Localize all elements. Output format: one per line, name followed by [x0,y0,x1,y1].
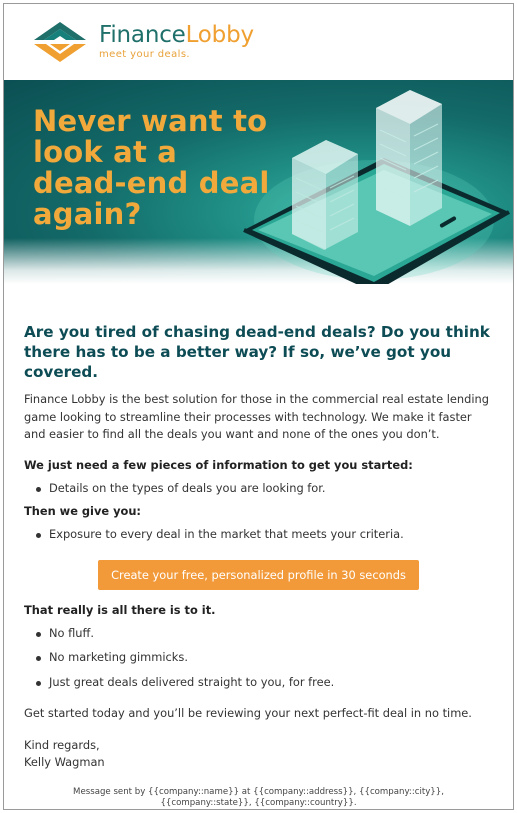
brand-name-part2: Lobby [185,22,254,48]
closing-list: No fluff. No marketing gimmicks. Just gr… [24,625,493,692]
closing-paragraph: Get started today and you’ll be reviewin… [24,706,472,720]
footer-text: Message sent by {{company::name}} at {{c… [73,786,444,808]
email-frame: FinanceLobby meet your deals. Never want… [3,3,514,810]
list-item: No fluff. [24,625,493,643]
list-item: No marketing gimmicks. [24,649,493,667]
signature: Kelly Wagman [24,755,105,769]
smartphone-buildings-illustration-icon [243,90,511,284]
give-list: Exposure to every deal in the market tha… [24,526,493,544]
list-item: Just great deals delivered straight to y… [24,674,493,692]
email-body: Are you tired of chasing dead-end deals?… [4,322,513,809]
hero-banner: Never want to look at a dead-end deal ag… [4,80,513,284]
email-header: FinanceLobby meet your deals. [4,4,513,80]
need-list: Details on the types of deals you are lo… [24,480,493,498]
need-heading: We just need a few pieces of information… [24,457,413,472]
hero-title: Never want to look at a dead-end deal ag… [33,104,270,231]
cta-container: Create your free, personalized profile i… [24,559,493,590]
brand-name: FinanceLobby [99,22,254,48]
create-profile-button[interactable]: Create your free, personalized profile i… [98,559,419,590]
finance-lobby-logo-icon [34,22,86,62]
list-item: Details on the types of deals you are lo… [24,480,493,498]
intro-heading: Are you tired of chasing dead-end deals?… [24,323,490,381]
signoff: Kind regards, [24,737,100,752]
brand-name-part1: Finance [99,22,186,48]
give-heading: Then we give you: [24,504,141,518]
brand-logo[interactable]: FinanceLobby meet your deals. [99,22,254,60]
list-item: Exposure to every deal in the market tha… [24,526,493,544]
intro-paragraph: Finance Lobby is the best solution for t… [24,392,489,441]
closing-heading: That really is all there is to it. [24,602,216,617]
brand-tagline: meet your deals. [99,49,191,60]
